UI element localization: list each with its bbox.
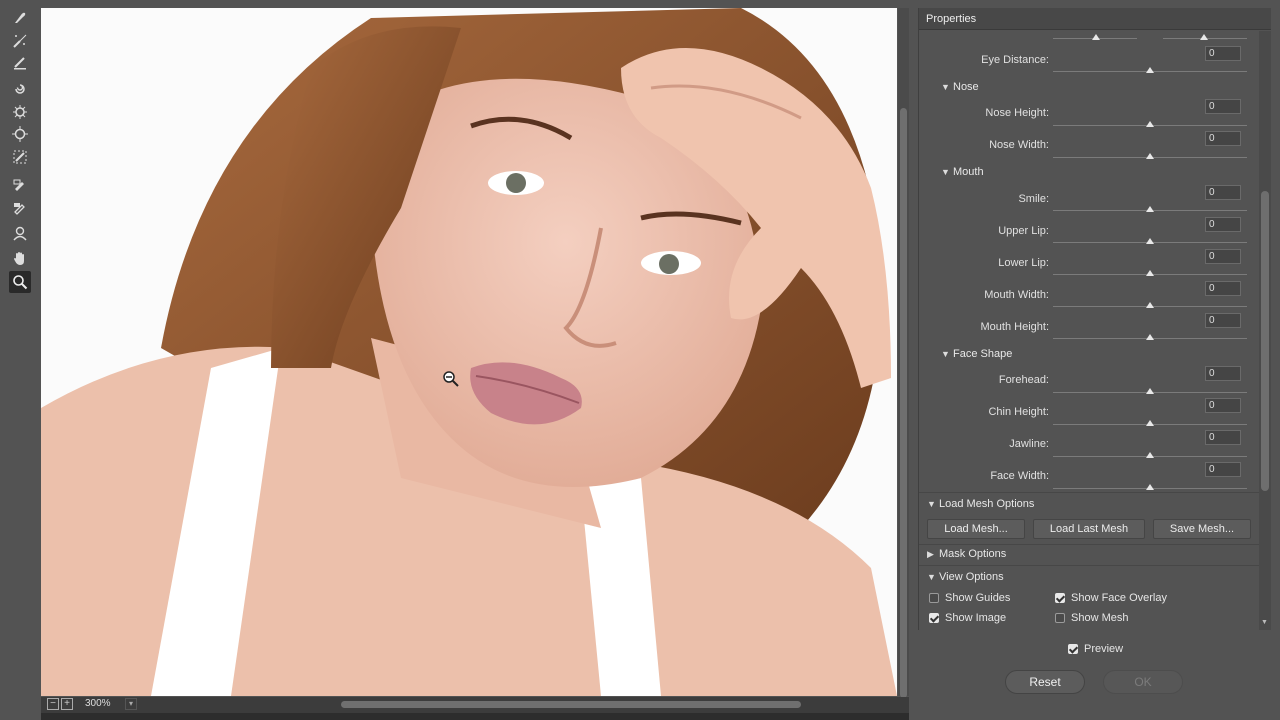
view-options-header[interactable]: ▼ View Options <box>927 571 1004 583</box>
mouth-height-label: Mouth Height: <box>980 321 1049 333</box>
mask-options-header[interactable]: ▶ Mask Options <box>927 548 1006 560</box>
nose-height-label: Nose Height: <box>985 107 1049 119</box>
chin-height-label: Chin Height: <box>988 406 1049 418</box>
chin-height-value[interactable]: 0 <box>1205 398 1241 413</box>
nose-width-label: Nose Width: <box>989 139 1049 151</box>
smooth-icon[interactable] <box>9 52 31 74</box>
lower-lip-value[interactable]: 0 <box>1205 249 1241 264</box>
nose-height-slider[interactable] <box>1146 121 1154 127</box>
push-left-icon[interactable] <box>9 146 31 168</box>
mouth-height-slider[interactable] <box>1146 334 1154 340</box>
show-guides-label: Show Guides <box>945 592 1011 604</box>
face-width-label: Face Width: <box>990 470 1049 482</box>
panel-title: Properties <box>919 8 1271 30</box>
eye-distance-value[interactable]: 0 <box>1205 46 1241 61</box>
canvas-horizontal-scrollbar[interactable] <box>341 701 801 708</box>
show-guides-checkbox[interactable] <box>929 593 939 603</box>
mouth-width-label: Mouth Width: <box>984 289 1049 301</box>
smile-value[interactable]: 0 <box>1205 185 1241 200</box>
reset-button[interactable]: Reset <box>1005 670 1085 694</box>
portrait-image <box>41 8 897 696</box>
preview-label: Preview <box>1084 643 1124 655</box>
panel-scrollbar[interactable]: ▼ <box>1259 31 1271 630</box>
preview-checkbox[interactable] <box>1068 644 1078 654</box>
show-face-overlay-label: Show Face Overlay <box>1071 592 1167 604</box>
show-image-label: Show Image <box>945 612 1007 624</box>
chevron-down-icon[interactable]: ▾ <box>125 698 137 710</box>
zoom-in-button[interactable]: + <box>61 698 73 710</box>
nose-height-value[interactable]: 0 <box>1205 99 1241 114</box>
hand-icon[interactable] <box>9 247 31 269</box>
triangle-down-icon: ▼ <box>927 572 936 582</box>
triangle-down-icon: ▼ <box>927 499 936 509</box>
ok-button[interactable]: OK <box>1103 670 1183 694</box>
bloat-icon[interactable] <box>9 123 31 145</box>
eye-distance-slider[interactable] <box>1146 67 1154 73</box>
slider-handle[interactable] <box>1092 34 1100 40</box>
forehead-value[interactable]: 0 <box>1205 366 1241 381</box>
lower-lip-slider[interactable] <box>1146 270 1154 276</box>
properties-panel: Properties 0 Eye Distance: ▼ Nose 0 Nose … <box>918 8 1271 630</box>
tools-panel <box>0 0 40 720</box>
mouth-height-value[interactable]: 0 <box>1205 313 1241 328</box>
reconstruct-icon[interactable] <box>9 30 31 52</box>
forehead-slider[interactable] <box>1146 388 1154 394</box>
eye-distance-label: Eye Distance: <box>981 54 1049 66</box>
face-icon[interactable] <box>9 222 31 244</box>
load-last-mesh-button[interactable]: Load Last Mesh <box>1033 519 1145 539</box>
smile-label: Smile: <box>1018 193 1049 205</box>
forehead-label: Forehead: <box>998 374 1049 386</box>
zoom-level[interactable]: 300% <box>85 697 125 711</box>
load-mesh-button[interactable]: Load Mesh... <box>927 519 1025 539</box>
triangle-right-icon: ▶ <box>927 549 934 559</box>
show-image-checkbox[interactable] <box>929 613 939 623</box>
chin-height-slider[interactable] <box>1146 420 1154 426</box>
thaw-mask-icon[interactable] <box>9 196 31 218</box>
canvas-footer: − + 300% ▾ <box>41 697 909 713</box>
load-mesh-options-header[interactable]: ▼ Load Mesh Options <box>927 498 1034 510</box>
jawline-value[interactable]: 0 <box>1205 430 1241 445</box>
save-mesh-button[interactable]: Save Mesh... <box>1153 519 1251 539</box>
triangle-down-icon: ▼ <box>941 349 950 359</box>
jawline-slider[interactable] <box>1146 452 1154 458</box>
face-shape-section-header[interactable]: ▼ Face Shape <box>941 348 1012 360</box>
jawline-label: Jawline: <box>1009 438 1049 450</box>
forward-warp-icon[interactable] <box>9 6 31 28</box>
mouth-width-value[interactable]: 0 <box>1205 281 1241 296</box>
scroll-down-icon: ▼ <box>1261 619 1268 626</box>
freeze-mask-icon[interactable] <box>9 173 31 195</box>
upper-lip-label: Upper Lip: <box>998 225 1049 237</box>
slider-handle[interactable] <box>1200 34 1208 40</box>
smile-slider[interactable] <box>1146 206 1154 212</box>
nose-section-header[interactable]: ▼ Nose <box>941 81 979 93</box>
mouth-section-header[interactable]: ▼ Mouth <box>941 166 984 178</box>
zoom-icon[interactable] <box>9 271 31 293</box>
zoom-out-button[interactable]: − <box>47 698 59 710</box>
face-width-slider[interactable] <box>1146 484 1154 490</box>
show-mesh-label: Show Mesh <box>1071 612 1129 624</box>
canvas-vertical-scrollbar[interactable] <box>898 8 909 698</box>
upper-lip-slider[interactable] <box>1146 238 1154 244</box>
upper-lip-value[interactable]: 0 <box>1205 217 1241 232</box>
show-mesh-checkbox[interactable] <box>1055 613 1065 623</box>
pucker-icon[interactable] <box>9 101 31 123</box>
triangle-down-icon: ▼ <box>941 167 950 177</box>
image-canvas[interactable] <box>41 8 897 696</box>
show-face-overlay-checkbox[interactable] <box>1055 593 1065 603</box>
triangle-down-icon: ▼ <box>941 82 950 92</box>
nose-width-value[interactable]: 0 <box>1205 131 1241 146</box>
nose-width-slider[interactable] <box>1146 153 1154 159</box>
twirl-icon[interactable] <box>9 78 31 100</box>
face-width-value[interactable]: 0 <box>1205 462 1241 477</box>
lower-lip-label: Lower Lip: <box>998 257 1049 269</box>
mouth-width-slider[interactable] <box>1146 302 1154 308</box>
